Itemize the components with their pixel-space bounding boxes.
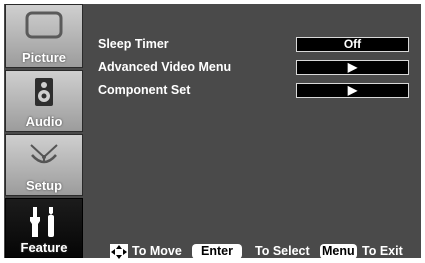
tab-audio[interactable]: Audio (5, 70, 83, 132)
satellite-dish-icon (27, 141, 61, 174)
tab-label: Picture (21, 50, 67, 65)
sleep-timer-value[interactable]: Off (296, 37, 409, 52)
select-hint: To Select (255, 244, 310, 258)
tab-picture[interactable]: Picture (5, 4, 83, 68)
footer-hints: To Move Enter To Select Menu To Exit (104, 244, 422, 260)
tools-icon (29, 205, 59, 242)
menu-key: Menu (320, 244, 357, 259)
tab-label: Feature (20, 240, 68, 255)
menu-item-label: Sleep Timer (98, 37, 169, 51)
play-arrow-icon[interactable]: ▶ (296, 83, 409, 98)
tab-label: Audio (25, 114, 63, 129)
exit-hint: To Exit (362, 244, 403, 258)
play-arrow-icon[interactable]: ▶ (296, 60, 409, 75)
menu-item-advanced-video[interactable]: Advanced Video Menu ▶ (98, 59, 413, 77)
tab-label: Setup (25, 178, 63, 193)
sidebar: Picture Audio Setup Feature (5, 3, 83, 258)
enter-key: Enter (192, 244, 242, 259)
monitor-icon (25, 11, 63, 42)
tab-feature[interactable]: Feature (5, 198, 83, 258)
dpad-icon (110, 244, 128, 263)
menu-item-label: Component Set (98, 83, 191, 97)
menu-item-sleep-timer[interactable]: Sleep Timer Off (98, 36, 413, 54)
tab-setup[interactable]: Setup (5, 134, 83, 196)
menu-panel: Sleep Timer Off Advanced Video Menu ▶ Co… (92, 4, 417, 254)
menu-item-label: Advanced Video Menu (98, 60, 232, 74)
move-hint: To Move (132, 244, 182, 258)
menu-item-component-set[interactable]: Component Set ▶ (98, 82, 413, 100)
speaker-icon (34, 77, 54, 110)
